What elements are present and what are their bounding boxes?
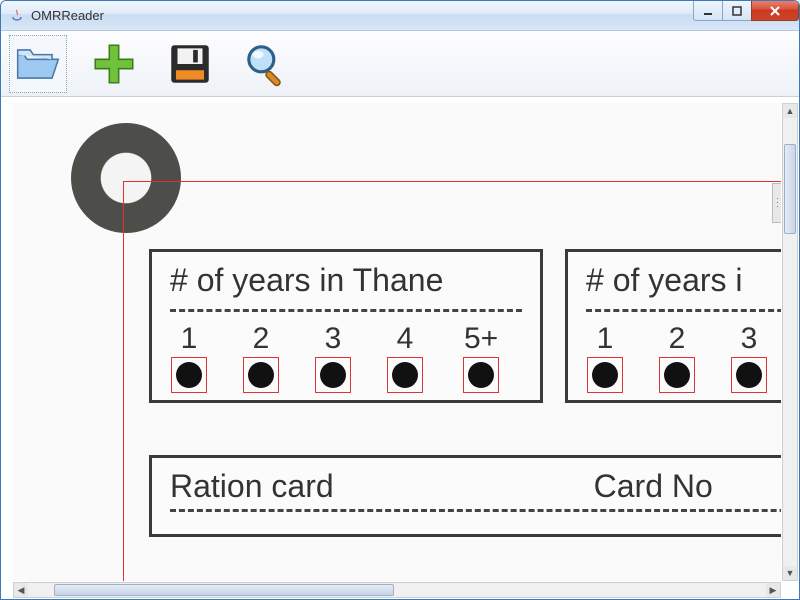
option-label: 4 (397, 322, 414, 356)
field-years-thane: # of years in Thane 1 2 3 4 5+ (149, 249, 543, 403)
option-label: 5+ (464, 322, 498, 356)
java-icon (9, 8, 25, 24)
window-title: OMRReader (31, 8, 104, 23)
scroll-thumb[interactable] (54, 584, 394, 596)
add-button[interactable] (85, 35, 143, 93)
document-viewport[interactable]: # of years in Thane 1 2 3 4 5+ # of year… (13, 103, 781, 581)
magnifier-icon (241, 39, 291, 89)
close-button[interactable] (751, 1, 799, 21)
divider (170, 509, 781, 512)
option-label: 1 (597, 322, 614, 356)
option-label: 2 (253, 322, 270, 356)
divider (170, 309, 522, 312)
floppy-disk-icon (165, 39, 215, 89)
option-label: 1 (181, 322, 198, 356)
scroll-down-arrow-icon[interactable]: ▼ (783, 566, 797, 580)
guide-line-horizontal (123, 181, 781, 182)
window-buttons (694, 1, 799, 21)
omr-bubble[interactable] (392, 362, 418, 388)
divider (586, 309, 781, 312)
omr-bubble[interactable] (592, 362, 618, 388)
app-window: OMRReader (0, 0, 800, 600)
field-ration-card: Ration card Card No (149, 455, 781, 537)
plus-icon (89, 39, 139, 89)
omr-bubble[interactable] (664, 362, 690, 388)
guide-line-vertical (123, 181, 124, 581)
field-header: # of years i (586, 262, 781, 299)
omr-bubble[interactable] (248, 362, 274, 388)
omr-bubble[interactable] (736, 362, 762, 388)
field-label: Ration card (170, 468, 334, 505)
minimize-button[interactable] (693, 1, 723, 21)
scroll-left-arrow-icon[interactable]: ◀ (14, 583, 28, 597)
anchor-ring-icon (71, 123, 181, 233)
field-years-other: # of years i 1 2 3 (565, 249, 781, 403)
titlebar: OMRReader (1, 1, 799, 31)
option-label: 3 (741, 322, 758, 356)
field-header: # of years in Thane (170, 262, 522, 299)
field-label: Card No (594, 468, 713, 505)
scroll-right-arrow-icon[interactable]: ▶ (766, 583, 780, 597)
scroll-thumb[interactable] (784, 144, 796, 234)
split-handle[interactable] (772, 183, 781, 223)
omr-bubble[interactable] (468, 362, 494, 388)
scroll-up-arrow-icon[interactable]: ▲ (783, 104, 797, 118)
content-area: # of years in Thane 1 2 3 4 5+ # of year… (1, 97, 799, 599)
option-row: 1 2 3 (586, 322, 781, 388)
toolbar (1, 31, 799, 97)
zoom-button[interactable] (237, 35, 295, 93)
omr-bubble[interactable] (320, 362, 346, 388)
option-label: 2 (669, 322, 686, 356)
scanned-document: # of years in Thane 1 2 3 4 5+ # of year… (13, 103, 781, 581)
option-label: 3 (325, 322, 342, 356)
omr-bubble[interactable] (176, 362, 202, 388)
vertical-scrollbar[interactable]: ▲ ▼ (782, 103, 798, 581)
horizontal-scrollbar[interactable]: ◀ ▶ (13, 582, 781, 598)
option-row: 1 2 3 4 5+ (170, 322, 522, 388)
open-button[interactable] (9, 35, 67, 93)
folder-open-icon (13, 39, 63, 89)
save-button[interactable] (161, 35, 219, 93)
maximize-button[interactable] (722, 1, 752, 21)
